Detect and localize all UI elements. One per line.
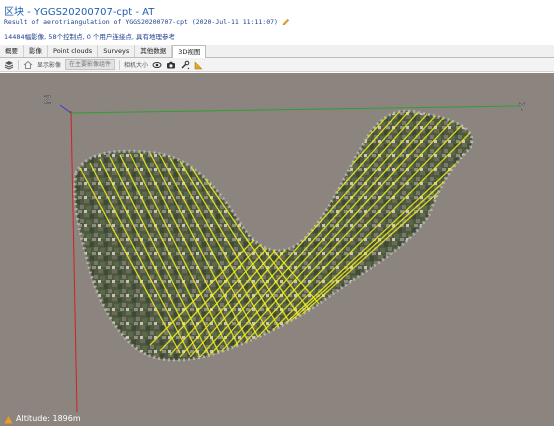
camera-icon[interactable]	[166, 60, 176, 70]
tool-icon[interactable]	[180, 60, 190, 70]
result-subtitle: Result of aerotriangulation of YGGS20200…	[4, 18, 290, 26]
camera-size-label[interactable]: 相机大小	[124, 60, 148, 69]
toolbar-separator	[119, 59, 121, 70]
ruler-icon[interactable]	[194, 60, 204, 70]
eye-icon[interactable]	[152, 60, 162, 70]
toolbar-separator	[18, 59, 19, 70]
window-title: 区块 - YGGS20200707-cpt - AT	[4, 7, 155, 18]
viewer-toolbar: 显示影像 在主要影像组件 相机大小	[0, 58, 554, 72]
y-axis-label: Y	[518, 102, 526, 113]
z-axis-line	[70, 110, 78, 412]
altitude-icon	[4, 416, 13, 424]
x-axis-stub	[59, 104, 72, 114]
z-axis-label: Z	[44, 95, 51, 106]
terrain-mosaic	[73, 109, 474, 362]
header: 区块 - YGGS20200707-cpt - AT Result of aer…	[0, 0, 554, 45]
altitude-readout: Altitude: 1896m	[16, 414, 81, 423]
tab-bar: 概要 影像 Point clouds Surveys 其他数据 3D视图	[0, 45, 554, 58]
tab-point-clouds[interactable]: Point clouds	[48, 45, 99, 57]
home-icon[interactable]	[23, 60, 33, 70]
tab-3d-view[interactable]: 3D视图	[172, 45, 207, 58]
3d-viewport[interactable]: Z Y	[0, 73, 554, 412]
status-bar: Altitude: 1896m	[0, 412, 554, 426]
image-component-select[interactable]: 在主要影像组件	[65, 59, 116, 70]
tab-overview[interactable]: 概要	[0, 45, 24, 57]
3d-scene[interactable]: Z Y	[0, 73, 554, 412]
edit-pencil-icon[interactable]	[282, 18, 290, 26]
block-summary: 14484幅影像, 58个控制点, 0 个用户连接点, 具有地理参考	[4, 33, 176, 41]
tab-images[interactable]: 影像	[24, 45, 48, 57]
tab-surveys[interactable]: Surveys	[98, 45, 136, 57]
show-images-label[interactable]: 显示影像	[37, 60, 61, 69]
result-subtitle-text: Result of aerotriangulation of YGGS20200…	[4, 18, 278, 26]
tab-other-data[interactable]: 其他数据	[135, 45, 173, 57]
layers-icon[interactable]	[4, 60, 14, 70]
y-axis-line	[70, 105, 521, 114]
